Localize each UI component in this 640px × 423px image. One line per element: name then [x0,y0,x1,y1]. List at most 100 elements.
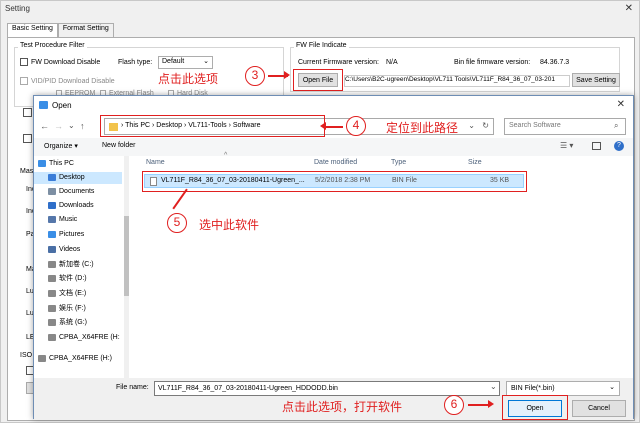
nav-item-drive-f[interactable]: 娱乐 (F:) [48,303,86,315]
arrow-head-icon [320,122,326,130]
music-icon [48,215,56,223]
fw-path-field[interactable]: C:\Users\B2C-ugreen\Desktop\VL711 Tools\… [344,75,570,87]
cancel-button[interactable]: Cancel [572,400,626,417]
file-type-select[interactable]: BIN File(*.bin) ⌄ [506,381,620,396]
highlight-open-button [502,395,568,420]
tab-format-setting[interactable]: Format Setting [57,23,114,37]
close-icon[interactable]: ✕ [617,99,625,110]
drive-icon [48,274,56,282]
column-type[interactable]: Type [391,156,406,170]
annotation-step4-text: 定位到此路径 [386,121,459,135]
nav-item-label: Pictures [59,231,85,238]
checkbox[interactable] [23,134,32,143]
downloads-icon [48,201,56,209]
column-date-modified[interactable]: Date modified [314,156,357,170]
nav-item-drive-h-root[interactable]: CPBA_X64FRE (H:) [38,353,112,365]
file-name-input[interactable]: VL711F_R84_36_07_03-20180411-Ugreen_HDDO… [154,381,500,396]
save-setting-button[interactable]: Save Setting [572,73,620,87]
chevron-down-icon[interactable]: ⌄ [68,121,75,130]
sort-up-icon: ^ [224,152,228,159]
checkbox[interactable] [20,77,28,85]
back-arrow-icon[interactable]: ← [40,121,49,131]
search-icon: ⌕ [614,121,619,130]
nav-item-drive-c[interactable]: 新加卷 (C:) [48,259,94,271]
bin-fw-label: Bin file firmware version: [454,59,531,66]
organize-menu[interactable]: Organize ▾ [44,142,78,150]
nav-item-music[interactable]: Music [48,214,77,226]
checkbox[interactable] [20,58,28,66]
nav-item-this-pc[interactable]: This PC [38,158,74,170]
left-label: ISO [20,352,33,359]
column-name[interactable]: Name [146,156,165,170]
refresh-icon[interactable]: ↻ [482,121,489,130]
nav-item-label: Music [59,216,78,223]
drive-icon [48,304,56,312]
tab-basic-setting[interactable]: Basic Setting [7,23,58,38]
annotation-step3-number: 3 [245,66,265,86]
nav-scrollbar[interactable] [124,156,129,378]
preview-pane-icon[interactable] [592,142,601,150]
nav-item-label: This PC [49,160,74,167]
arrow-head-icon [488,400,494,408]
close-icon[interactable]: ✕ [625,3,633,14]
settings-title: Setting [5,4,30,13]
nav-item-desktop[interactable]: Desktop [34,172,122,184]
search-input[interactable]: Search Software [504,118,626,135]
current-fw-value: N/A [386,59,398,66]
new-folder-button[interactable]: New folder [102,142,135,149]
nav-item-drive-e[interactable]: 文档 (E:) [48,288,86,300]
fw-download-disable-label: FW Download Disable [31,58,101,66]
annotation-step4-number: 4 [346,116,366,136]
pictures-icon [48,230,56,238]
file-name-label: File name: [116,384,149,391]
fw-download-disable-row[interactable]: FW Download Disable [20,58,100,66]
vid-pid-disable-row[interactable]: VID/PID Download Disable [20,77,115,85]
up-arrow-icon[interactable]: ↑ [80,121,85,131]
help-icon[interactable]: ? [614,141,624,151]
open-dialog: Open ✕ ← → ⌄ ↑ › This PC › Desktop › VL7… [33,95,634,420]
desktop-icon [48,173,56,181]
chevron-down-icon: ⌄ [609,384,615,391]
checkbox[interactable] [23,108,32,117]
arrow-head-icon [284,71,290,79]
scrollbar-thumb[interactable] [124,216,129,296]
nav-item-downloads[interactable]: Downloads [48,200,94,212]
fw-file-label: FW File Indicate [294,42,349,49]
annotation-step6-text: 点击此选项，打开软件 [282,400,403,414]
dialog-title: Open [52,101,72,110]
nav-item-drive-g[interactable]: 系统 (G:) [48,317,87,329]
nav-item-label: 文档 (E:) [59,290,87,297]
nav-item-label: 软件 (D:) [59,275,87,282]
arrow-left-icon [325,126,343,128]
drive-icon [48,289,56,297]
documents-icon [48,187,56,195]
test-procedure-label: Test Procedure Filter [18,42,87,49]
vid-pid-disable-label: VID/PID Download Disable [31,77,115,85]
highlight-breadcrumb [100,115,325,137]
nav-item-label: CPBA_X64FRE (H:) [49,355,113,362]
flash-type-select[interactable]: Default ⌄ [158,56,213,69]
annotation-step5-number: 5 [167,213,187,233]
nav-item-drive-d[interactable]: 软件 (D:) [48,273,87,285]
bin-fw-value: 84.36.7.3 [540,59,570,66]
file-type-value: BIN File(*.bin) [511,385,555,392]
organize-label: Organize [44,143,73,150]
forward-arrow-icon[interactable]: → [54,121,63,131]
current-fw-label: Current Firmware version: [298,59,379,66]
flash-type-label: Flash type: [118,59,153,66]
chevron-down-icon: ⌄ [203,58,209,65]
nav-item-pictures[interactable]: Pictures [48,229,84,241]
chevron-down-icon[interactable]: ⌄ [468,121,475,130]
navigation-pane: This PC Desktop Documents Downloads Musi… [34,156,129,378]
highlight-file-row [142,171,527,192]
nav-item-label: 新加卷 (C:) [59,261,94,268]
column-size[interactable]: Size [468,156,482,170]
chevron-down-icon[interactable]: ⌄ [490,382,497,391]
view-options-icon[interactable]: ☰ ▾ [560,141,573,150]
annotation-step6-number: 6 [444,395,464,415]
nav-item-videos[interactable]: Videos [48,244,80,256]
annotation-step5-text: 选中此软件 [199,218,260,232]
nav-item-documents[interactable]: Documents [48,186,94,198]
computer-icon [38,159,46,167]
nav-item-drive-h[interactable]: CPBA_X64FRE (H: [48,332,120,344]
